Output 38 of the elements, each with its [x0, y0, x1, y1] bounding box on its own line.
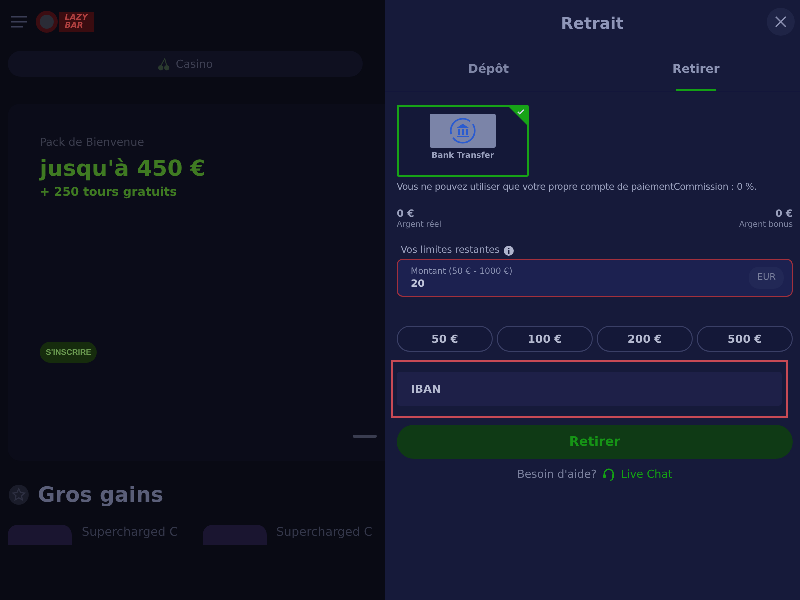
- amount-field[interactable]: Montant (50 € - 1000 €) 20 EUR: [397, 259, 793, 297]
- info-icon[interactable]: [504, 246, 514, 256]
- carousel-indicator[interactable]: [353, 435, 377, 438]
- amount-preset-button[interactable]: 500 €: [697, 326, 793, 352]
- balance-amount: 0 €: [397, 209, 416, 220]
- notice-text: Vous ne pouvez utiliser que votre propre compte de paiementCommission : 0 %.: [397, 182, 758, 193]
- signup-button[interactable]: S'INSCRIRE: [40, 342, 98, 363]
- banner-bonus: + 250 tours gratuits: [40, 185, 178, 199]
- close-icon: [775, 16, 787, 28]
- live-chat-link[interactable]: Live Chat: [621, 468, 673, 481]
- amount-preset-button[interactable]: 200 €: [597, 326, 693, 352]
- cherry-icon: [158, 58, 170, 70]
- tab[interactable]: Retirer: [592, 46, 800, 91]
- menu-icon[interactable]: [11, 16, 27, 28]
- modal-title: Retrait: [561, 14, 624, 32]
- headset-icon: [603, 468, 616, 481]
- limits-label: Vos limites restantes: [401, 245, 500, 256]
- game-thumbnail[interactable]: [8, 525, 72, 545]
- iban-field[interactable]: IBAN: [391, 360, 788, 418]
- amount-value: 20: [411, 278, 426, 290]
- poker-chip-icon: [35, 10, 59, 34]
- payment-method-card[interactable]: Bank Transfer: [397, 105, 529, 177]
- amount-preset-button[interactable]: 50 €: [397, 326, 493, 352]
- field-label: Montant (50 € - 1000 €): [411, 266, 513, 276]
- help-text: Besoin d'aide?: [517, 468, 598, 481]
- balance-amount: 0 €: [776, 209, 793, 220]
- game-thumbnail[interactable]: [202, 525, 266, 545]
- banner-headline: jusqu'à 450 €: [40, 157, 207, 182]
- close-button[interactable]: [767, 8, 795, 36]
- section-title: Gros gains: [38, 483, 164, 507]
- balance-label: Argent bonus: [739, 220, 793, 229]
- checkmark-corner-icon: [509, 107, 527, 125]
- logo-text: LAZY BAR: [59, 12, 94, 32]
- balance-label: Argent réel: [397, 220, 442, 229]
- bank-icon: [448, 116, 478, 146]
- currency-label: EUR: [749, 267, 784, 289]
- amount-preset-button[interactable]: 100 €: [497, 326, 593, 352]
- tab[interactable]: Dépôt: [385, 46, 592, 91]
